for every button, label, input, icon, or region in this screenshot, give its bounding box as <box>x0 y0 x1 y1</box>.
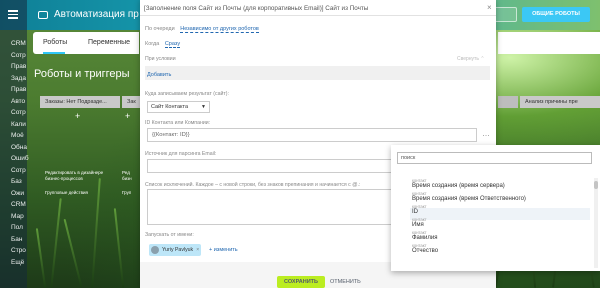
stage-right[interactable]: Анализ причины пре <box>520 96 600 108</box>
robot-card-group[interactable]: Групповые действия <box>45 190 88 196</box>
active-tab-indicator <box>43 52 65 54</box>
card-line: бизнес-процессов <box>45 176 83 181</box>
tabs-bar-extension <box>498 32 600 54</box>
stage-second[interactable]: Зак <box>122 96 140 108</box>
user-chip[interactable]: Yuriy Pavlyuk × <box>149 244 202 256</box>
add-condition-link[interactable]: Добавить <box>147 72 171 78</box>
sidebar-item[interactable]: Обна <box>11 144 27 151</box>
condition-label: При условии <box>145 56 176 62</box>
queue-row: По очереди Независимо от других роботов <box>145 26 259 33</box>
list-item[interactable]: контакт ID <box>412 204 427 216</box>
when-row: Когда Сразу <box>145 41 181 48</box>
tab-robots[interactable]: Роботы <box>43 39 67 46</box>
field-list: контакт Время создания (время сервера) ко… <box>392 170 592 270</box>
option-name: Время создания (время сервера) <box>412 183 505 189</box>
id-input[interactable]: {{Контакт: ID}} <box>147 128 477 142</box>
email-label: Источник для парсинга Email: <box>145 151 217 157</box>
condition-box <box>145 66 490 80</box>
sidebar-item[interactable]: Кали <box>11 121 26 128</box>
sidebar-item[interactable]: Авто <box>11 98 25 105</box>
list-item[interactable]: контакт Имя <box>412 217 427 229</box>
sidebar-item[interactable]: Прав <box>11 63 26 70</box>
queue-link[interactable]: Независимо от других роботов <box>180 26 259 33</box>
collapse-toggle[interactable]: Свернуть ⌃ <box>457 56 485 62</box>
search-input[interactable]: поиск <box>397 152 592 164</box>
chevron-down-icon: ▼ <box>201 104 206 110</box>
stage-first[interactable]: Заказы: Нет Подразде... <box>40 96 120 108</box>
when-label: Когда <box>145 41 160 47</box>
dialog-title: [Заполнение поля Сайт из Почты (для корп… <box>144 5 369 12</box>
sidebar-item[interactable]: Зада <box>11 75 26 82</box>
sidebar-item[interactable]: Мар <box>11 213 24 220</box>
more-icon[interactable]: … <box>479 130 493 140</box>
run-as-label: Запускать от имени: <box>145 232 194 238</box>
tab-variables[interactable]: Переменные <box>88 39 130 46</box>
robot-card-designer[interactable]: Редактировать в дизайнере бизнес-процесс… <box>45 170 103 182</box>
option-name: Имя <box>412 222 424 228</box>
sidebar-item[interactable]: Сотр <box>11 52 26 59</box>
sidebar-item[interactable]: Бан <box>11 236 22 243</box>
list-item[interactable]: контакт Отчество <box>412 243 438 255</box>
robot-card-group-2[interactable]: Груп <box>122 190 131 196</box>
sidebar-item[interactable]: Сотр <box>11 167 26 174</box>
id-label: ID Контакта или Компании: <box>145 120 211 126</box>
robot-card-designer-2[interactable]: Ред бизн <box>122 170 132 182</box>
sidebar-item[interactable]: CRM <box>11 201 26 208</box>
save-button[interactable]: СОХРАНИТЬ <box>277 276 325 288</box>
dialog-header: [Заполнение поля Сайт из Почты (для корп… <box>140 0 496 16</box>
app-icon <box>38 11 48 19</box>
result-field-select[interactable]: Сайт Контакта ▼ <box>147 101 210 113</box>
select-value: Сайт Контакта <box>151 104 189 110</box>
sidebar-item[interactable]: CRM <box>11 40 26 47</box>
scrollbar-thumb[interactable] <box>594 181 598 189</box>
menu-icon[interactable] <box>8 10 18 21</box>
user-name: Yuriy Pavlyuk <box>162 247 194 253</box>
settings-button[interactable] <box>493 7 517 22</box>
stage-prev[interactable] <box>498 96 518 108</box>
remove-icon[interactable]: × <box>196 244 199 256</box>
change-user-link[interactable]: + изменить <box>209 247 238 253</box>
cancel-button[interactable]: ОТМЕНИТЬ <box>330 279 361 285</box>
sidebar-item[interactable]: Ожи <box>11 190 24 197</box>
when-link[interactable]: Сразу <box>164 41 181 48</box>
option-name: Отчество <box>412 248 439 254</box>
common-robots-button[interactable]: ОБЩИЕ РОБОТЫ <box>522 7 590 22</box>
sidebar-item[interactable]: Пол <box>11 224 23 231</box>
sidebar-item[interactable]: Ошиб <box>11 155 29 162</box>
hover-highlight <box>410 208 590 220</box>
option-name: Фамилия <box>412 235 438 241</box>
exclusions-label: Список исключений. Каждое – с новой стро… <box>145 182 361 188</box>
add-robot-icon[interactable]: + <box>75 111 80 121</box>
close-icon[interactable]: × <box>487 3 492 12</box>
page-title: Роботы и триггеры <box>34 68 130 80</box>
card-line: бизн <box>122 176 132 181</box>
list-item[interactable]: контакт Фамилия <box>412 230 437 242</box>
sidebar-item[interactable]: Стро <box>11 247 26 254</box>
app-title: Автоматизация пр <box>54 9 139 20</box>
add-robot-icon-2[interactable]: + <box>125 111 130 121</box>
scrollbar[interactable] <box>594 178 598 268</box>
list-item[interactable]: контакт Время создания (время Ответственн… <box>412 191 526 203</box>
sidebar-item[interactable]: Моё <box>11 132 24 139</box>
app-header: Автоматизация пр <box>28 0 146 30</box>
list-item[interactable]: контакт Время создания (время сервера) <box>412 178 505 190</box>
sidebar-item[interactable]: Баз <box>11 178 22 185</box>
sidebar-item[interactable]: Прав <box>11 86 26 93</box>
option-name: ID <box>412 209 418 215</box>
tabs-bar: Роботы Переменные <box>33 32 139 54</box>
result-label: Куда записываем результат (сайт): <box>145 91 229 97</box>
sidebar-item[interactable]: Ещё <box>11 259 24 266</box>
queue-label: По очереди <box>145 26 175 32</box>
avatar <box>151 246 159 254</box>
option-name: Время создания (время Ответственного) <box>412 196 526 202</box>
sidebar-item[interactable]: Сотр <box>11 109 26 116</box>
